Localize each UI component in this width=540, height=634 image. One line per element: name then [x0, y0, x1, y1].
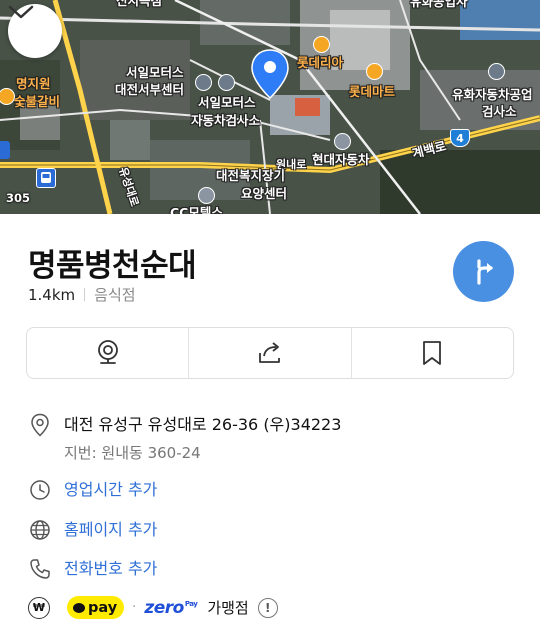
- directions-button[interactable]: [453, 241, 514, 302]
- zeropay-sup: Pay: [184, 599, 198, 608]
- map-view[interactable]: 신지독점 유화공업사 서일모터스 대전서부센터 서일모터스 자동차검사소 롯데리…: [0, 0, 540, 214]
- restaurant-poi-icon[interactable]: [313, 36, 330, 53]
- hours-row[interactable]: 영업시간 추가: [28, 478, 157, 502]
- map-label: 현대자동차: [312, 152, 370, 167]
- phone-row[interactable]: 전화번호 추가: [28, 557, 157, 581]
- add-phone-link[interactable]: 전화번호 추가: [64, 557, 157, 581]
- won-icon: ₩: [28, 596, 50, 619]
- zeropay-label: zero: [144, 597, 184, 618]
- car-poi-icon[interactable]: [334, 133, 351, 150]
- add-homepage-link[interactable]: 홈페이지 추가: [64, 518, 157, 542]
- dot-separator: ·: [132, 600, 137, 615]
- share-icon: [259, 342, 280, 363]
- map-label: 유화공업사: [410, 0, 468, 9]
- zeropay-logo: zeroPay: [144, 598, 197, 618]
- distance-text: 1.4km: [28, 285, 76, 304]
- map-label: 유화자동차공업: [452, 87, 533, 102]
- map-label: 대전복지장기: [216, 168, 286, 183]
- chevron-down-icon: [8, 5, 34, 19]
- category-text: 음식점: [94, 286, 136, 304]
- place-name: 명품병천순대: [28, 248, 197, 284]
- building-poi-icon[interactable]: [198, 187, 215, 204]
- divider: [84, 288, 86, 301]
- bookmark-button[interactable]: [352, 328, 513, 378]
- map-label: 롯데마트: [349, 84, 396, 99]
- route-shield-icon: 4: [450, 129, 470, 147]
- road-number-label: 305: [6, 191, 31, 205]
- add-hours-link[interactable]: 영업시간 추가: [64, 478, 157, 502]
- share-button[interactable]: [189, 328, 352, 378]
- address-row: 대전 유성구 유성대로 26-36 (우)34223: [28, 413, 341, 437]
- info-icon[interactable]: !: [257, 597, 278, 618]
- car-poi-icon[interactable]: [488, 63, 505, 80]
- map-label: 검사소: [482, 104, 517, 119]
- car-poi-icon[interactable]: [195, 74, 212, 91]
- mart-poi-icon[interactable]: [366, 63, 383, 80]
- car-poi-icon[interactable]: [218, 74, 235, 91]
- bookmark-icon: [423, 341, 442, 365]
- map-label: 서일모터스: [198, 95, 256, 110]
- kakao-bubble-icon: [73, 602, 85, 613]
- kakaopay-badge: pay: [67, 596, 125, 619]
- map-label: 요양센터: [241, 186, 288, 201]
- map-label: CC모텔스: [170, 205, 223, 215]
- bus-stop-icon[interactable]: [36, 168, 56, 188]
- place-meta: 1.4km 음식점: [28, 284, 136, 305]
- globe-icon: [28, 518, 52, 542]
- payment-row: ₩ pay · zeroPay 가맹점 !: [28, 596, 278, 619]
- clock-icon: [28, 478, 52, 502]
- street-view-icon: [97, 340, 118, 364]
- street-view-button[interactable]: [27, 328, 190, 378]
- location-icon: [28, 413, 52, 437]
- map-label: 명지원: [16, 76, 51, 91]
- bus-stop-icon[interactable]: [0, 141, 10, 159]
- map-label: 신지독점: [116, 0, 163, 8]
- map-label: 서일모터스: [126, 65, 184, 80]
- map-label: 대전서부센터: [115, 82, 185, 97]
- affiliate-label: 가맹점: [207, 599, 249, 617]
- phone-icon: [28, 557, 52, 581]
- kakaopay-label: pay: [88, 599, 118, 616]
- map-label: 롯데리아: [297, 55, 344, 70]
- collapse-button[interactable]: [8, 4, 62, 58]
- action-bar: [26, 327, 514, 379]
- map-label: 숯불갈비: [14, 94, 61, 109]
- homepage-row[interactable]: 홈페이지 추가: [28, 518, 157, 542]
- directions-icon: [476, 258, 493, 285]
- address-text[interactable]: 대전 유성구 유성대로 26-36 (우)34223: [64, 413, 341, 437]
- jibun-address: 지번: 원내동 360-24: [64, 444, 201, 462]
- map-label: 자동차검사소: [191, 113, 261, 128]
